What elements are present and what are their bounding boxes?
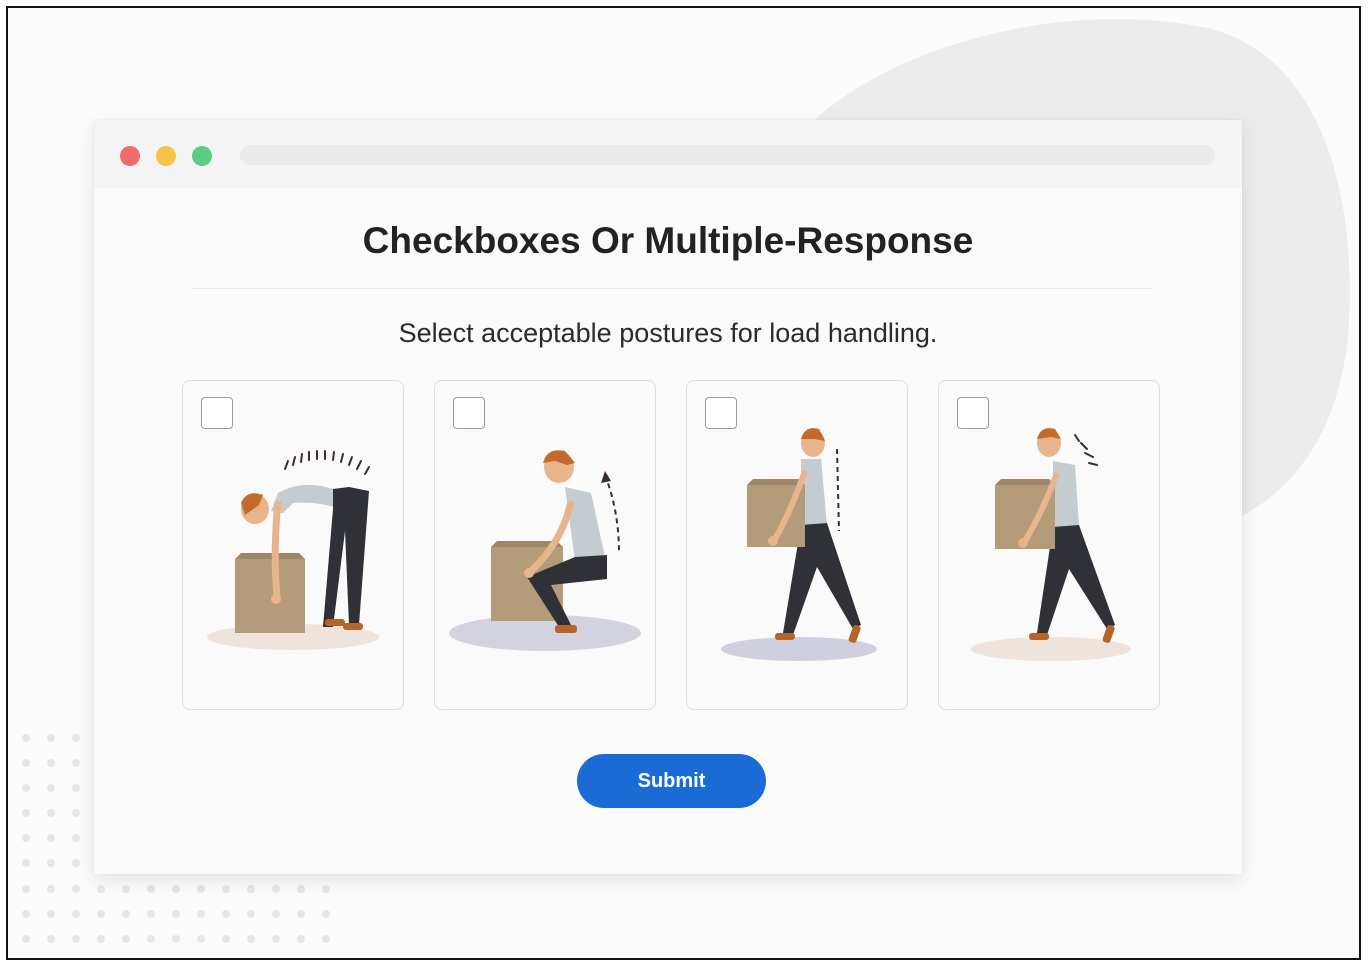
option-card-hunched-carry[interactable] — [938, 380, 1160, 710]
page-title: Checkboxes Or Multiple-Response — [362, 220, 974, 261]
maximize-window-dot[interactable] — [192, 146, 212, 166]
upright-carry-illustration — [721, 428, 877, 661]
browser-window: Checkboxes Or Multiple-Response Select a… — [94, 120, 1242, 874]
submit-button[interactable]: Submit — [577, 754, 766, 808]
address-bar[interactable] — [240, 145, 1215, 165]
bent-over-lift-illustration — [207, 450, 379, 650]
minimize-window-dot[interactable] — [156, 146, 176, 166]
title-divider — [192, 288, 1152, 289]
squat-lift-illustration — [449, 450, 641, 651]
question-prompt: Select acceptable postures for load hand… — [398, 318, 938, 348]
option-card-bent-over-lift[interactable] — [182, 380, 404, 710]
close-window-dot[interactable] — [120, 146, 140, 166]
hunched-carry-illustration — [971, 428, 1131, 661]
option-card-squat-lift[interactable] — [434, 380, 656, 710]
browser-titlebar — [94, 120, 1242, 188]
screenshot-frame: Checkboxes Or Multiple-Response Select a… — [6, 6, 1361, 960]
option-card-upright-carry[interactable] — [686, 380, 908, 710]
